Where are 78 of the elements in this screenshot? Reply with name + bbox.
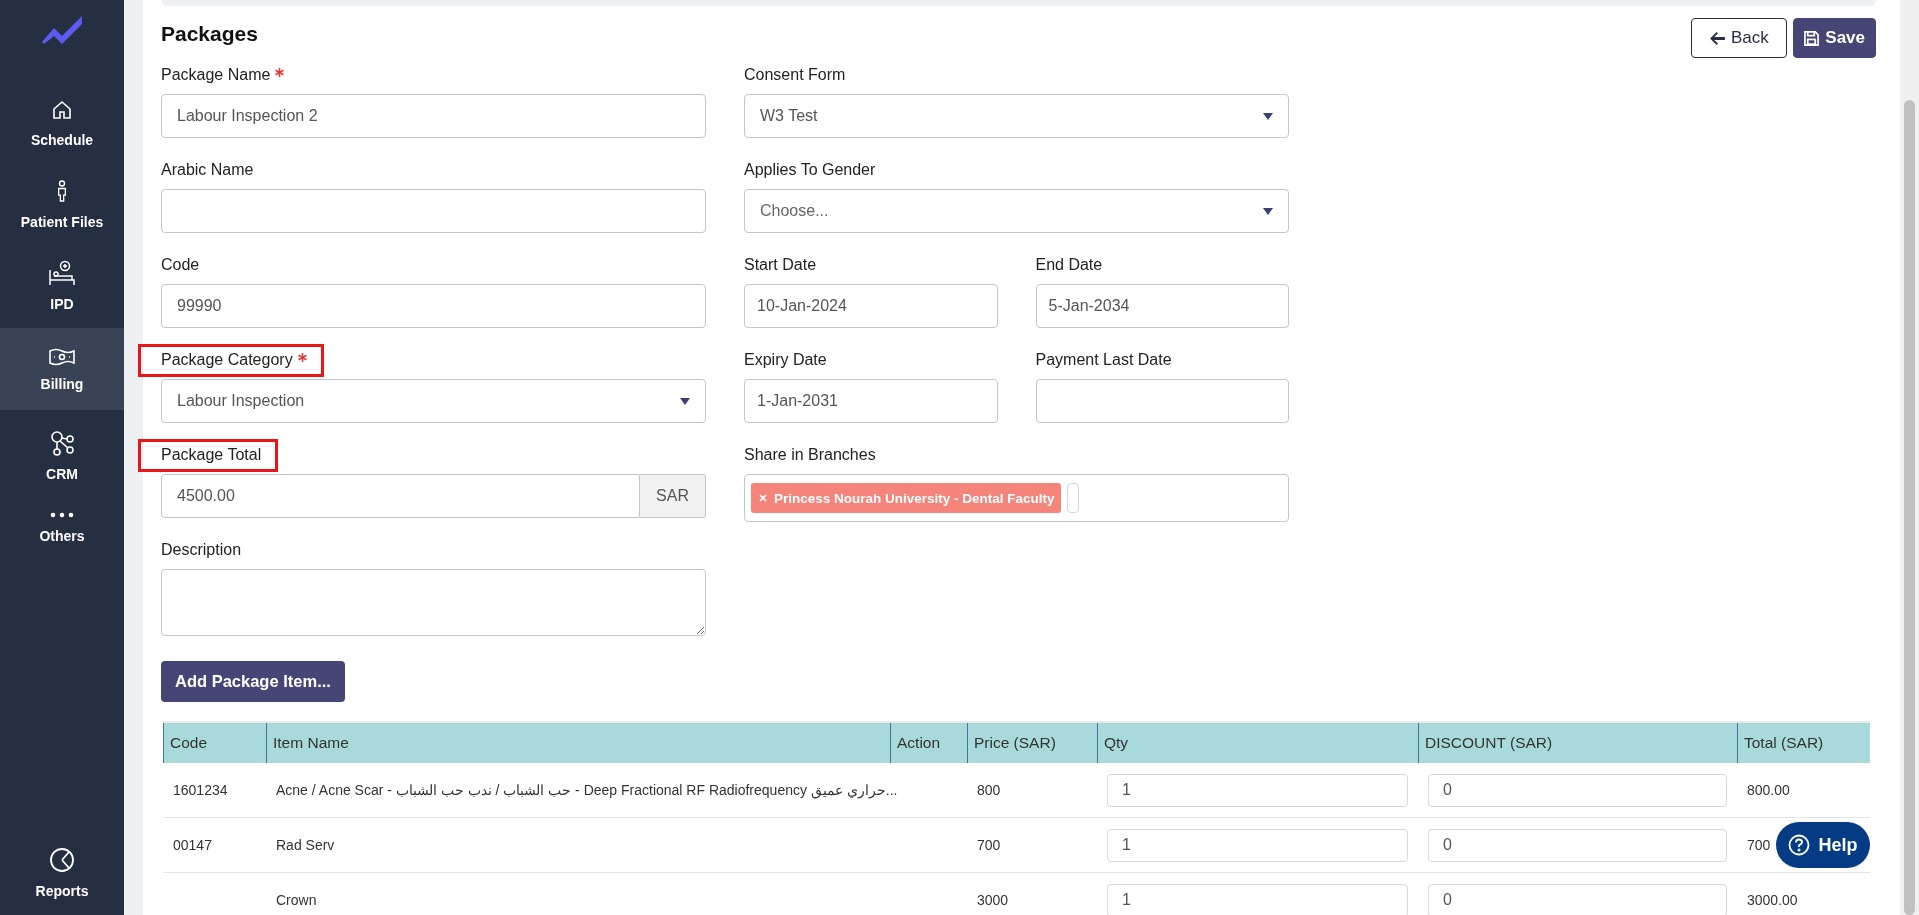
sidebar-item[interactable]: Patient Files bbox=[0, 164, 124, 246]
network-icon bbox=[49, 430, 75, 456]
table-cell: Acne / Acne Scar - حب الشباب / ندب حب الشباب - Deep Fractional RF Radiofrequency حراري عميق... bbox=[276, 782, 898, 798]
field-label: Description bbox=[161, 541, 242, 559]
date-field[interactable] bbox=[1035, 379, 1289, 423]
column-header: Code bbox=[163, 723, 266, 763]
save-button[interactable]: Save bbox=[1793, 18, 1876, 58]
qty-field[interactable]: 1 bbox=[1107, 883, 1408, 915]
arrow-left-icon bbox=[1709, 31, 1725, 45]
sidebar-item[interactable]: Others bbox=[0, 498, 124, 560]
banknote-icon bbox=[48, 346, 76, 366]
remove-icon[interactable] bbox=[759, 494, 767, 502]
discount-field[interactable]: 0 bbox=[1428, 773, 1727, 807]
sidebar-item[interactable]: Schedule bbox=[0, 84, 124, 164]
column-header: Action bbox=[890, 723, 967, 763]
table-cell: Crown bbox=[276, 892, 317, 908]
back-button[interactable]: Back bbox=[1691, 18, 1788, 58]
field-label: Package Total bbox=[138, 439, 279, 472]
question-icon bbox=[1788, 834, 1811, 856]
qty-field[interactable]: 1 bbox=[1107, 828, 1408, 862]
table-cell: 700 bbox=[977, 837, 1001, 853]
scrollbar[interactable] bbox=[1900, 0, 1919, 915]
currency-addon: SAR bbox=[640, 474, 706, 518]
pie-chart-icon bbox=[49, 847, 75, 873]
qty-field[interactable]: 1 bbox=[1107, 773, 1408, 807]
select-field[interactable]: W3 Test bbox=[744, 94, 1289, 138]
table-cell: 3000 bbox=[977, 892, 1009, 908]
column-header: Qty bbox=[1097, 723, 1418, 763]
sidebar-item[interactable]: IPD bbox=[0, 246, 124, 328]
description-field[interactable] bbox=[161, 569, 706, 636]
logo-icon bbox=[40, 14, 84, 44]
scrollbar-thumb[interactable] bbox=[1904, 100, 1915, 915]
table-cell: 3000.00 bbox=[1747, 892, 1798, 908]
table-cell: 1601234 bbox=[173, 782, 228, 798]
amount-field[interactable]: 4500.00 bbox=[161, 474, 640, 518]
table-cell: 00147 bbox=[173, 837, 212, 853]
sidebar-item[interactable]: CRM bbox=[0, 416, 124, 498]
field-label: Package Name bbox=[161, 66, 285, 84]
table-cell: Rad Serv bbox=[276, 837, 335, 853]
column-header: Item Name bbox=[266, 723, 890, 763]
text-field[interactable]: Labour Inspection 2 bbox=[161, 94, 706, 138]
help-button[interactable]: Help bbox=[1776, 822, 1870, 868]
field-label: Package Category bbox=[138, 344, 324, 377]
field-label: Arabic Name bbox=[161, 161, 254, 179]
field-label: Payment Last Date bbox=[1035, 351, 1172, 369]
caret-icon bbox=[1263, 112, 1273, 120]
text-field[interactable] bbox=[161, 189, 706, 233]
table-cell: 700 bbox=[1747, 837, 1771, 853]
select-field[interactable]: Choose... bbox=[744, 189, 1289, 233]
text-field[interactable]: 99990 bbox=[161, 284, 706, 328]
caret-icon bbox=[680, 397, 690, 405]
discount-field[interactable]: 0 bbox=[1428, 828, 1727, 862]
field-label: Applies To Gender bbox=[744, 161, 876, 179]
sidebar-item[interactable]: Reports bbox=[0, 833, 124, 915]
column-header: Total (SAR) bbox=[1737, 723, 1870, 763]
page-title: Packages bbox=[161, 22, 258, 46]
column-header: DISCOUNT (SAR) bbox=[1418, 723, 1737, 763]
column-header: Price (SAR) bbox=[967, 723, 1097, 763]
field-label: Code bbox=[161, 256, 200, 274]
sidebar-item[interactable]: Billing bbox=[0, 328, 124, 410]
select-field[interactable]: Labour Inspection bbox=[161, 379, 706, 423]
add-item-button[interactable]: Add Package Item... bbox=[161, 661, 345, 702]
home-icon bbox=[50, 98, 74, 122]
field-label: Consent Form bbox=[744, 66, 846, 84]
field-label: Start Date bbox=[744, 256, 817, 274]
field-label: Expiry Date bbox=[744, 351, 827, 369]
caret-icon bbox=[1263, 207, 1273, 215]
table-cell: 800.00 bbox=[1747, 782, 1790, 798]
date-field[interactable]: 1-Jan-2031 bbox=[744, 379, 998, 423]
discount-field[interactable]: 0 bbox=[1428, 883, 1727, 915]
tag-input-field[interactable] bbox=[1066, 483, 1079, 513]
date-field[interactable]: 5-Jan-2034 bbox=[1035, 284, 1289, 328]
field-label: End Date bbox=[1035, 256, 1103, 274]
date-field[interactable]: 10-Jan-2024 bbox=[744, 284, 998, 328]
field-label: Share in Branches bbox=[744, 446, 876, 464]
bed-icon bbox=[48, 260, 76, 286]
table-cell: 800 bbox=[977, 782, 1001, 798]
more-icon bbox=[50, 512, 74, 518]
